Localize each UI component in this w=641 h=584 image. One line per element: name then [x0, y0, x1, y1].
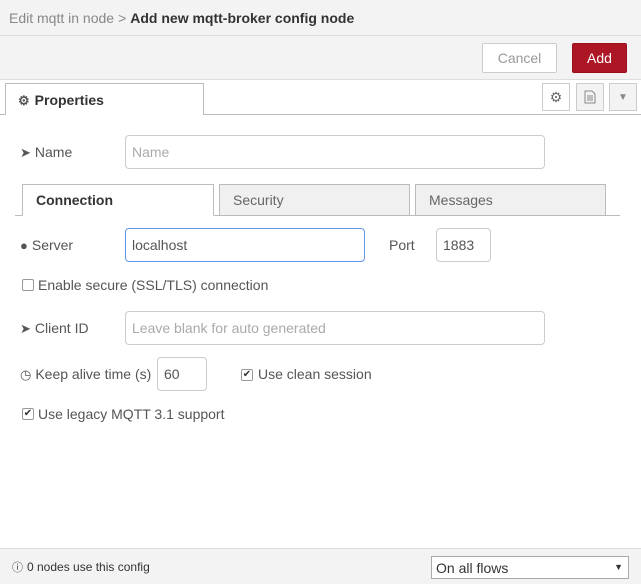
breadcrumb-separator: > [118, 10, 127, 26]
breadcrumb-parent[interactable]: Edit mqtt in node [9, 10, 114, 26]
tag-icon: ➤ [20, 321, 31, 336]
scope-select[interactable]: On all flows ▼ [431, 556, 629, 579]
node-settings-button[interactable]: ⚙ [542, 83, 570, 111]
globe-icon: ● [20, 238, 28, 253]
tab-properties[interactable]: ⚙ Properties [5, 83, 204, 115]
server-input[interactable] [125, 228, 365, 262]
cancel-button[interactable]: Cancel [482, 43, 557, 73]
legacy-label: Use legacy MQTT 3.1 support [38, 406, 225, 422]
add-button[interactable]: Add [572, 43, 627, 73]
subtab-security[interactable]: Security [219, 184, 410, 216]
subtab-connection[interactable]: Connection [22, 184, 214, 216]
gear-icon: ⚙ [18, 93, 30, 108]
caret-down-icon: ▼ [614, 562, 623, 572]
server-label: ● Server [20, 237, 74, 253]
more-tabs-button[interactable]: ▼ [609, 83, 637, 111]
tabs-bar: ⚙ Properties ⚙ ▼ [0, 80, 641, 115]
node-description-button[interactable] [576, 83, 604, 111]
clock-icon: ◷ [20, 367, 32, 382]
config-subtabs: Connection Security Messages [15, 184, 620, 216]
gear-icon: ⚙ [549, 88, 563, 105]
name-input[interactable] [125, 135, 545, 169]
name-label: ➤ Name [20, 144, 73, 160]
scope-select-value: On all flows [436, 560, 509, 576]
breadcrumb-current: Add new mqtt-broker config node [130, 10, 355, 26]
footer: ⓘ 0 nodes use this config On all flows ▼ [0, 548, 641, 584]
tag-icon: ➤ [20, 145, 31, 160]
breadcrumb: Edit mqtt in node > Add new mqtt-broker co… [0, 0, 641, 36]
caret-down-icon: ▼ [618, 91, 628, 103]
node-usage-info: ⓘ 0 nodes use this config [12, 560, 150, 574]
port-input[interactable] [436, 228, 491, 262]
clean-session-checkbox[interactable]: ✔ [241, 369, 253, 381]
port-label: Port [389, 237, 415, 253]
ssl-checkbox[interactable] [22, 279, 34, 291]
legacy-checkbox[interactable]: ✔ [22, 408, 34, 420]
subtab-messages[interactable]: Messages [415, 184, 606, 216]
tab-properties-label: Properties [34, 92, 104, 108]
document-icon [584, 90, 596, 104]
client-id-label: ➤ Client ID [20, 320, 89, 336]
client-id-input[interactable] [125, 311, 545, 345]
clean-session-label: Use clean session [258, 366, 372, 382]
ssl-label: Enable secure (SSL/TLS) connection [38, 277, 269, 293]
keep-alive-label: ◷ Keep alive time (s) [20, 366, 152, 382]
action-bar: Cancel Add [0, 36, 641, 80]
keep-alive-input[interactable] [157, 357, 207, 391]
info-icon: ⓘ [12, 562, 23, 574]
